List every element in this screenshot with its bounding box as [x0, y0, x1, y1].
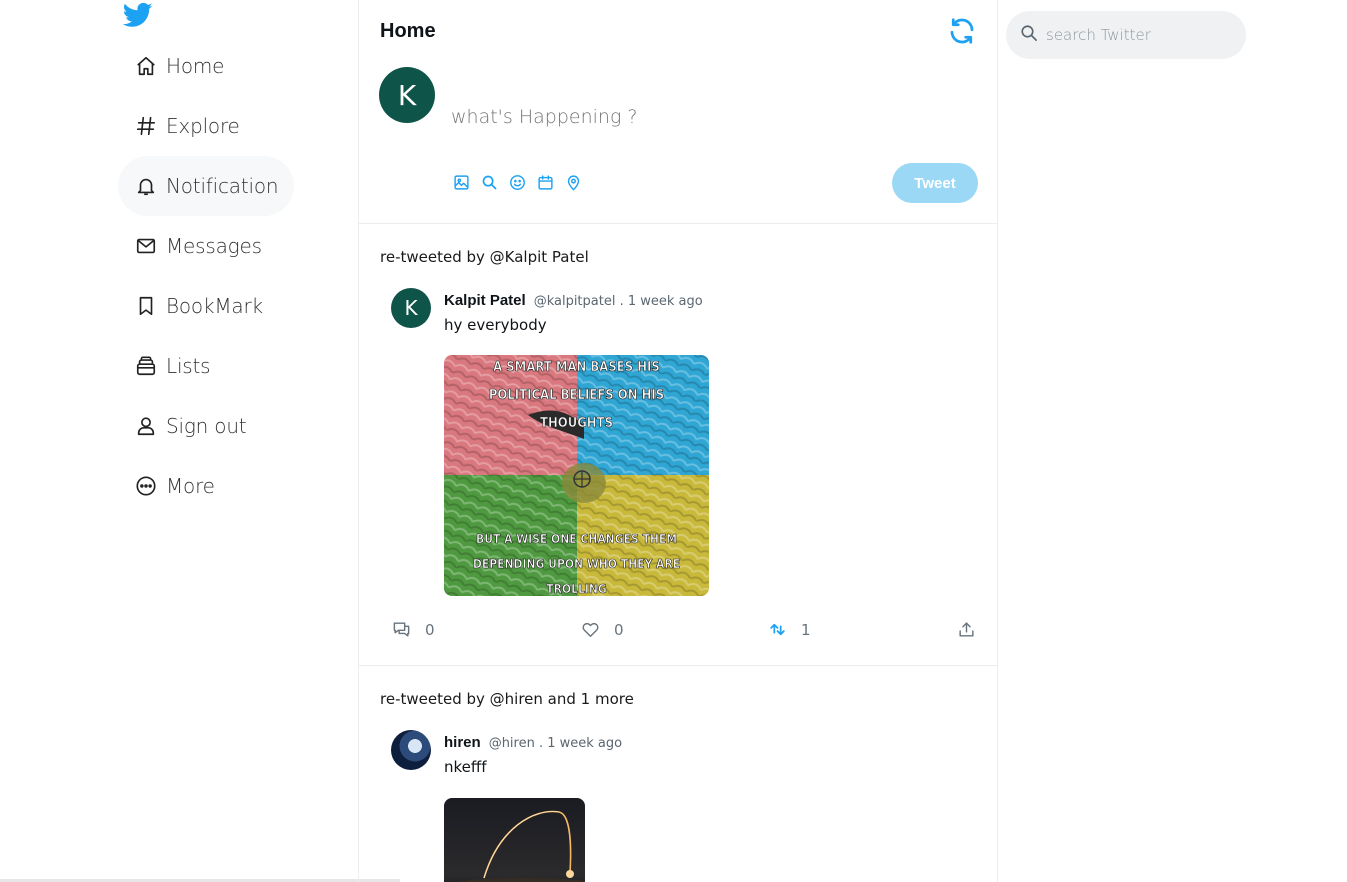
sidebar-item-label: Sign out — [166, 414, 247, 438]
bell-icon — [135, 175, 157, 197]
more-icon — [135, 475, 157, 497]
tweet-text: hy everybody — [444, 316, 547, 334]
envelope-icon — [135, 235, 157, 257]
compose-tweet-input[interactable] — [451, 106, 881, 128]
tweet-image[interactable] — [444, 798, 585, 882]
search-input[interactable] — [1046, 26, 1226, 44]
sidebar-item-label: Explore — [166, 114, 240, 138]
tweet-author-name[interactable]: hiren — [444, 734, 481, 751]
refresh-icon[interactable] — [947, 16, 977, 46]
composer-toolbar — [452, 173, 582, 191]
sidebar-item-label: Home — [166, 54, 225, 78]
retweet-button[interactable]: 1 — [768, 620, 811, 639]
search-bar[interactable] — [1006, 11, 1246, 59]
avatar[interactable]: K — [379, 67, 435, 123]
sidebar-item-label: Notification — [166, 174, 279, 198]
tweet-meta: @kalpitpatel . 1 week ago — [533, 294, 703, 309]
tweet-header: Kalpit Patel @kalpitpatel . 1 week ago — [444, 292, 703, 309]
avatar[interactable]: K — [391, 288, 431, 328]
search-icon — [1020, 24, 1038, 47]
tweet-button[interactable]: Tweet — [892, 163, 978, 203]
twitter-logo-icon[interactable] — [121, 0, 155, 30]
calendar-icon[interactable] — [536, 173, 554, 191]
search-icon[interactable] — [480, 173, 498, 191]
sidebar-item-messages[interactable]: Messages — [118, 216, 278, 276]
tweet-actions: 0 0 1 — [359, 620, 997, 644]
home-icon — [135, 55, 157, 77]
page-title: Home — [380, 20, 436, 42]
meme-caption-line: BUT A WISE ONE CHANGES THEM — [476, 532, 677, 546]
meme-caption-line: POLITICAL BELIEFS ON HIS — [489, 388, 664, 403]
sidebar-item-label: Messages — [166, 234, 262, 258]
sidebar-item-home[interactable]: Home — [118, 36, 240, 96]
meme-caption-line: TROLLING — [546, 582, 607, 596]
sidebar-item-label: More — [166, 474, 215, 498]
tweet-meta: @hiren . 1 week ago — [488, 736, 623, 751]
bookmark-icon — [135, 295, 157, 317]
sidebar-item-notification[interactable]: Notification — [118, 156, 295, 216]
main-feed: Home K Tweet re-tweeted by @Kalpi — [358, 0, 998, 882]
reply-button[interactable]: 0 — [392, 620, 435, 639]
sidebar-item-lists[interactable]: Lists — [118, 336, 226, 396]
meme-caption-line: DEPENDING UPON WHO THEY ARE — [473, 557, 680, 571]
sidebar-item-more[interactable]: More — [118, 456, 231, 516]
retweet-icon — [768, 620, 787, 639]
tweet-image[interactable]: A SMART MAN BASES HIS POLITICAL BELIEFS O… — [444, 355, 709, 596]
meme-caption-line: A SMART MAN BASES HIS — [493, 360, 660, 375]
retweeted-by-label: re-tweeted by @Kalpit Patel — [380, 248, 589, 266]
like-count: 0 — [614, 620, 624, 639]
tweet-composer: K Tweet — [359, 60, 997, 224]
tweet-card[interactable]: re-tweeted by @Kalpit Patel K Kalpit Pat… — [359, 224, 997, 666]
reply-icon — [392, 620, 411, 639]
sidebar-item-label: BookMark — [166, 294, 263, 318]
retweeted-by-label: re-tweeted by @hiren and 1 more — [380, 690, 634, 708]
emoji-icon[interactable] — [508, 173, 526, 191]
share-icon — [957, 620, 976, 639]
location-icon[interactable] — [564, 173, 582, 191]
meme-caption-line: THOUGHTS — [540, 416, 613, 431]
retweet-count: 1 — [801, 620, 811, 639]
hashtag-icon — [135, 115, 157, 137]
sidebar-item-sign-out[interactable]: Sign out — [118, 396, 262, 456]
tweet-text: nkefff — [444, 758, 487, 776]
list-icon — [135, 355, 157, 377]
share-button[interactable] — [957, 620, 976, 639]
reply-count: 0 — [425, 620, 435, 639]
tweet-author-name[interactable]: Kalpit Patel — [444, 292, 526, 309]
avatar[interactable] — [391, 730, 431, 770]
heart-icon — [581, 620, 600, 639]
tweet-header: hiren @hiren . 1 week ago — [444, 734, 622, 751]
tweet-card[interactable]: re-tweeted by @hiren and 1 more hiren @h… — [359, 666, 997, 882]
image-icon[interactable] — [452, 173, 470, 191]
sidebar: Home Explore Notification Messages BookM… — [0, 0, 400, 882]
user-icon — [135, 415, 157, 437]
sidebar-item-label: Lists — [166, 354, 211, 378]
sidebar-item-bookmark[interactable]: BookMark — [118, 276, 279, 336]
sidebar-item-explore[interactable]: Explore — [118, 96, 256, 156]
like-button[interactable]: 0 — [581, 620, 624, 639]
